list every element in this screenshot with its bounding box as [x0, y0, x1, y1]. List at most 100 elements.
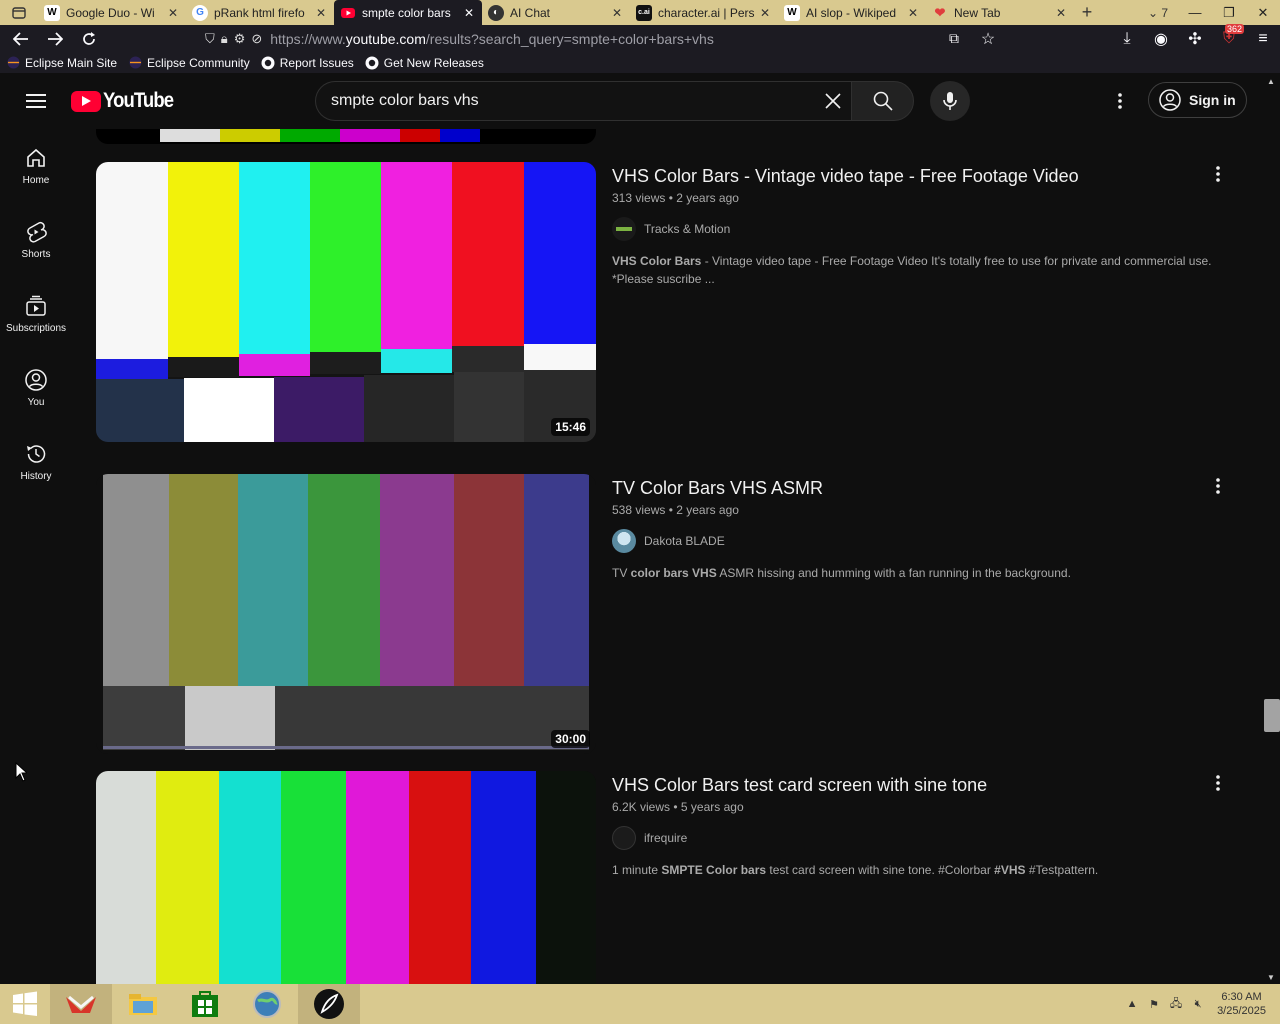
- guide-item-you[interactable]: You: [0, 351, 72, 425]
- taskbar-store-button[interactable]: [174, 984, 236, 1024]
- scroll-up-arrow-icon[interactable]: ▲: [1267, 77, 1275, 86]
- permissions-icon[interactable]: ⚙︎: [234, 31, 246, 47]
- bookmark-get-new-releases[interactable]: Get New Releases: [365, 56, 484, 70]
- clear-search-button[interactable]: [821, 89, 845, 113]
- downloads-button[interactable]: ⤓: [1110, 25, 1144, 52]
- url-bar[interactable]: ⛉ 🔒︎ ⚙︎ ⊘ https://www.youtube.com/result…: [205, 25, 1005, 52]
- tab-google-duo[interactable]: W Google Duo - Wi ✕: [38, 0, 186, 25]
- upload-age: 2 years ago: [676, 191, 739, 205]
- close-icon[interactable]: ✕: [462, 6, 476, 20]
- tab-title: AI Chat: [510, 5, 551, 20]
- video-thumbnail[interactable]: [96, 771, 596, 984]
- taskbar-clock[interactable]: 6:30 AM 3/25/2025: [1217, 990, 1266, 1018]
- new-tab-button[interactable]: +: [1074, 0, 1100, 25]
- page-scrollbar[interactable]: ▲ ▼: [1264, 73, 1280, 984]
- ublock-extension-button[interactable]: ⛨ 362: [1212, 24, 1246, 52]
- taskbar-file-explorer-button[interactable]: [112, 984, 174, 1024]
- close-icon[interactable]: ✕: [166, 6, 180, 20]
- minimize-button[interactable]: —: [1178, 0, 1212, 25]
- search-box[interactable]: [315, 81, 851, 121]
- channel-avatar[interactable]: [612, 826, 636, 850]
- app-menu-button[interactable]: ≡: [1246, 25, 1280, 52]
- channel-name[interactable]: ifrequire: [644, 831, 687, 845]
- settings-menu-button[interactable]: [1108, 89, 1132, 113]
- microphone-icon: [943, 92, 957, 110]
- guide-item-history[interactable]: History: [0, 425, 72, 499]
- tab-ai-chat[interactable]: ◐ AI Chat ✕: [482, 0, 630, 25]
- channel-avatar[interactable]: [612, 529, 636, 553]
- extensions-button[interactable]: ✣: [1178, 25, 1212, 52]
- close-icon[interactable]: ✕: [906, 6, 920, 20]
- channel-name[interactable]: Tracks & Motion: [644, 222, 730, 236]
- scrollbar-thumb[interactable]: [1264, 699, 1280, 732]
- flag-icon[interactable]: ⚑: [1144, 998, 1164, 1011]
- tab-overview-button[interactable]: [0, 0, 38, 25]
- search-input[interactable]: [331, 82, 811, 120]
- channel-link[interactable]: Tracks & Motion: [612, 217, 1212, 241]
- taskbar-firefox-button[interactable]: [50, 984, 112, 1024]
- show-hidden-icons-chevron-up-icon[interactable]: ▲: [1122, 998, 1142, 1010]
- video-result[interactable]: 30:00 TV Color Bars VHS ASMR 538 views •…: [96, 474, 1264, 764]
- channel-avatar[interactable]: [612, 217, 636, 241]
- tab-title: New Tab: [954, 5, 1001, 20]
- forward-button[interactable]: [38, 25, 72, 52]
- list-all-tabs-button[interactable]: ⌄ 7: [1138, 0, 1178, 25]
- channel-link[interactable]: Dakota BLADE: [612, 529, 1212, 553]
- channel-link[interactable]: ifrequire: [612, 826, 1212, 850]
- picture-in-picture-button[interactable]: ⧉: [937, 25, 971, 52]
- close-icon[interactable]: ✕: [314, 6, 328, 20]
- autoplay-blocked-icon[interactable]: ⊘: [251, 31, 262, 47]
- video-action-menu-button[interactable]: [1206, 771, 1230, 795]
- bookmark-eclipse-community[interactable]: Eclipse Community: [128, 56, 250, 70]
- close-icon[interactable]: ✕: [610, 6, 624, 20]
- bookmark-eclipse-main-site[interactable]: Eclipse Main Site: [6, 56, 117, 70]
- video-thumbnail[interactable]: 15:46: [96, 162, 596, 442]
- lock-icon[interactable]: 🔒︎: [221, 31, 228, 47]
- restore-button[interactable]: ❐: [1212, 0, 1246, 25]
- guide-item-subscriptions[interactable]: Subscriptions: [0, 277, 72, 351]
- close-icon[interactable]: ✕: [1054, 6, 1068, 20]
- video-stats: 6.2K views • 5 years ago: [612, 800, 744, 814]
- video-result[interactable]: 15:46 VHS Color Bars - Vintage video tap…: [96, 162, 1264, 452]
- bookmark-report-issues[interactable]: Report Issues: [261, 56, 354, 70]
- guide-menu-button[interactable]: [24, 90, 48, 112]
- channel-name[interactable]: Dakota BLADE: [644, 534, 725, 548]
- tab-new-tab[interactable]: ❤ New Tab ✕: [926, 0, 1074, 25]
- youtube-logo[interactable]: YouTube: [71, 89, 183, 113]
- bookmark-label: Get New Releases: [383, 55, 484, 70]
- account-button[interactable]: ◉: [1144, 25, 1178, 52]
- video-thumbnail[interactable]: 30:00: [96, 474, 596, 754]
- tracking-shield-icon[interactable]: ⛉: [205, 31, 215, 47]
- sign-in-button[interactable]: Sign in: [1148, 82, 1247, 118]
- scroll-down-arrow-icon[interactable]: ▼: [1267, 973, 1275, 982]
- video-result[interactable]: VHS Color Bars test card screen with sin…: [96, 771, 1264, 984]
- tab-character-ai[interactable]: c.ai character.ai | Pers ✕: [630, 0, 778, 25]
- url-text[interactable]: https://www.youtube.com/results?search_q…: [270, 31, 714, 47]
- previous-result-thumbnail-edge[interactable]: [96, 129, 596, 144]
- voice-search-button[interactable]: [930, 81, 970, 121]
- mini-guide: Home Shorts Subscriptions You History: [0, 129, 72, 984]
- close-window-button[interactable]: ✕: [1246, 0, 1280, 25]
- video-title[interactable]: VHS Color Bars - Vintage video tape - Fr…: [612, 163, 1212, 189]
- reload-button[interactable]: [72, 25, 106, 52]
- video-action-menu-button[interactable]: [1206, 474, 1230, 498]
- start-button[interactable]: [0, 984, 50, 1024]
- tab-smpte-color-bars[interactable]: smpte color bars ✕: [334, 0, 482, 25]
- back-button[interactable]: [4, 25, 38, 52]
- taskbar-globe-app-button[interactable]: [236, 984, 298, 1024]
- video-title[interactable]: VHS Color Bars test card screen with sin…: [612, 772, 1212, 798]
- chevron-down-icon: ⌄: [1147, 5, 1159, 20]
- video-title[interactable]: TV Color Bars VHS ASMR: [612, 475, 1212, 501]
- bookmark-star-button[interactable]: ☆: [971, 25, 1005, 52]
- guide-item-shorts[interactable]: Shorts: [0, 203, 72, 277]
- close-icon[interactable]: ✕: [758, 6, 772, 20]
- search-button[interactable]: [851, 81, 914, 121]
- tab-prank[interactable]: G pRank html firefo ✕: [186, 0, 334, 25]
- guide-item-home[interactable]: Home: [0, 129, 72, 203]
- video-action-menu-button[interactable]: [1206, 162, 1230, 186]
- network-icon[interactable]: 🖧︎: [1166, 995, 1186, 1014]
- more-vertical-icon: [1216, 166, 1220, 182]
- tab-ai-slop[interactable]: W AI slop - Wikiped ✕: [778, 0, 926, 25]
- volume-muted-icon[interactable]: 🔇︎: [1188, 998, 1208, 1011]
- taskbar-eclipse-app-button[interactable]: [298, 984, 360, 1024]
